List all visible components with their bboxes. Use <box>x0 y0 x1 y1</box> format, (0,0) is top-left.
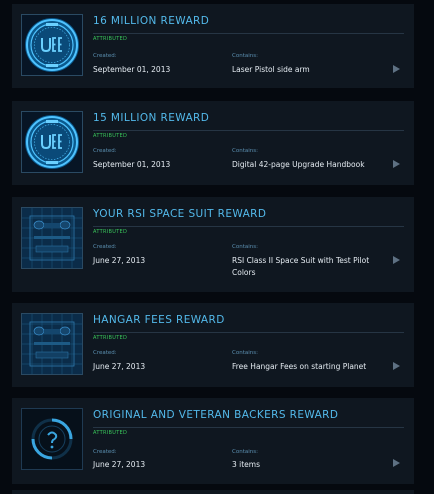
contains-value: Laser Pistol side arm <box>232 65 310 74</box>
status-badge: ATTRIBUTED <box>93 335 128 341</box>
title-divider <box>93 130 404 131</box>
status-badge: ATTRIBUTED <box>93 36 128 42</box>
title-divider <box>93 226 404 227</box>
reward-title: 16 MILLION REWARD <box>93 15 210 27</box>
contains-label: Contains: <box>232 244 258 250</box>
status-badge: ATTRIBUTED <box>93 229 128 235</box>
created-date: June 27, 2013 <box>93 256 146 265</box>
uee-emblem-icon <box>21 111 83 173</box>
reward-title: HANGAR FEES REWARD <box>93 314 225 326</box>
title-divider <box>93 427 404 428</box>
created-label: Created: <box>93 53 117 59</box>
created-label: Created: <box>93 449 117 455</box>
blueprint-icon <box>21 313 83 375</box>
created-date: June 27, 2013 <box>93 460 146 469</box>
reward-title: 15 MILLION REWARD <box>93 112 210 124</box>
contains-label: Contains: <box>232 449 258 455</box>
created-label: Created: <box>93 244 117 250</box>
next-card-edge <box>12 490 414 494</box>
contains-label: Contains: <box>232 148 258 154</box>
created-date: September 01, 2013 <box>93 160 171 169</box>
reward-title: ORIGINAL AND VETERAN BACKERS REWARD <box>93 409 339 421</box>
uee-emblem-icon <box>21 14 83 76</box>
contains-value: Free Hangar Fees on starting Planet <box>232 362 367 371</box>
mystery-item-icon <box>21 408 83 470</box>
reward-list: 16 MILLION REWARD ATTRIBUTED Created: Se… <box>0 0 434 494</box>
contains-label: Contains: <box>232 53 258 59</box>
contains-value: Digital 42-page Upgrade Handbook <box>232 160 365 169</box>
created-date: September 01, 2013 <box>93 65 171 74</box>
created-label: Created: <box>93 350 117 356</box>
created-date: June 27, 2013 <box>93 362 146 371</box>
contains-label: Contains: <box>232 350 258 356</box>
reward-card[interactable]: YOUR RSI SPACE SUIT REWARD ATTRIBUTED Cr… <box>12 197 414 292</box>
blueprint-icon <box>21 207 83 269</box>
expand-arrow-icon[interactable] <box>393 459 400 467</box>
contains-value: 3 items <box>232 460 261 469</box>
expand-arrow-icon[interactable] <box>393 160 400 168</box>
status-badge: ATTRIBUTED <box>93 430 128 436</box>
reward-card[interactable]: HANGAR FEES REWARD ATTRIBUTED Created: J… <box>12 303 414 387</box>
created-label: Created: <box>93 148 117 154</box>
title-divider <box>93 33 404 34</box>
reward-card[interactable]: ORIGINAL AND VETERAN BACKERS REWARD ATTR… <box>12 398 414 484</box>
title-divider <box>93 332 404 333</box>
expand-arrow-icon[interactable] <box>393 256 400 264</box>
reward-card[interactable]: 16 MILLION REWARD ATTRIBUTED Created: Se… <box>12 4 414 88</box>
status-badge: ATTRIBUTED <box>93 133 128 139</box>
expand-arrow-icon[interactable] <box>393 362 400 370</box>
contains-value: RSI Class II Space Suit with Test Pilot … <box>232 256 370 277</box>
reward-card[interactable]: 15 MILLION REWARD ATTRIBUTED Created: Se… <box>12 101 414 185</box>
reward-title: YOUR RSI SPACE SUIT REWARD <box>93 208 267 220</box>
expand-arrow-icon[interactable] <box>393 65 400 73</box>
